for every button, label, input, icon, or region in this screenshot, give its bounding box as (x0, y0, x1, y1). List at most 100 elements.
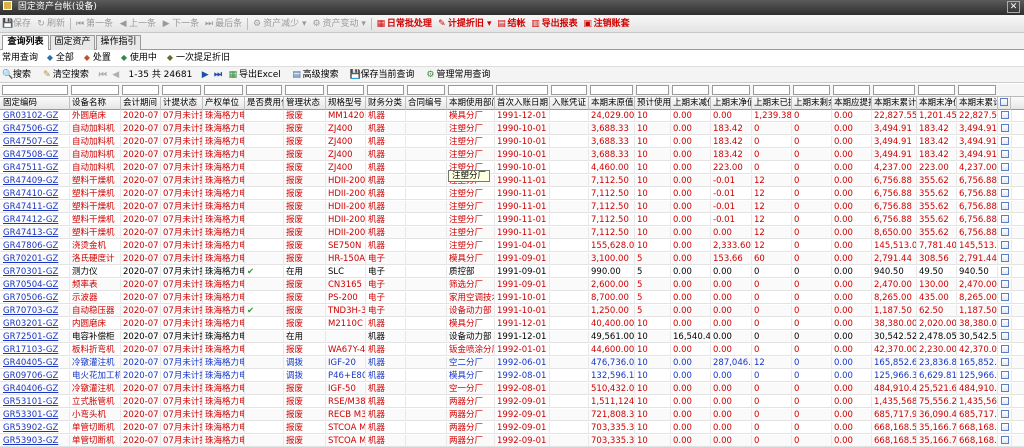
row-checkbox[interactable] (998, 279, 1012, 291)
table-row[interactable]: GR70201-GZ洛氏硬度计2020-0707月未计提珠海格力电 报废HR-15… (0, 253, 1024, 265)
filter-input[interactable] (122, 85, 159, 95)
row-checkbox[interactable] (998, 396, 1012, 408)
row-checkbox[interactable] (998, 422, 1012, 434)
quick-query-in-use[interactable]: ◆ 使用中 (119, 50, 157, 66)
column-header[interactable]: 预计使用年限 (635, 97, 671, 110)
row-checkbox[interactable] (998, 318, 1012, 330)
row-checkbox[interactable] (998, 240, 1012, 252)
asset-code-link[interactable]: GR03102-GZ (1, 110, 70, 122)
tab-query-list[interactable]: 查询列表 (2, 35, 49, 51)
table-row[interactable]: GR47409-GZ塑料干燥机2020-0707月未计提珠海格力电 报废HDII-… (0, 175, 1024, 187)
asset-code-link[interactable]: GR09706-GZ (1, 370, 70, 382)
table-row[interactable]: GR70301-GZ测力仪2020-0707月未计提珠海格力电✔ 在用SLC电子 质… (0, 266, 1024, 278)
column-header[interactable]: 设备名称 (70, 97, 121, 110)
depreciation-button[interactable]: ✎ 计提折旧 ▾ (435, 15, 495, 32)
quick-query-all[interactable]: ◆ 全部 (45, 50, 74, 66)
column-header[interactable]: 本期使用部门 (447, 97, 495, 110)
column-header[interactable]: 财务分类 (366, 97, 406, 110)
filter-input[interactable] (833, 85, 870, 95)
column-header[interactable]: 入账凭证 (550, 97, 589, 110)
asset-code-link[interactable]: GR47806-GZ (1, 240, 70, 252)
column-header[interactable]: 上期末减值 (671, 97, 711, 110)
column-header[interactable]: 上期末净值 (711, 97, 752, 110)
asset-code-link[interactable]: GR47508-GZ (1, 149, 70, 161)
advanced-search-button[interactable]: ▤ 高级搜索 (290, 67, 341, 83)
search-button[interactable]: 🔍搜索 (0, 67, 33, 83)
filter-input[interactable] (551, 85, 587, 95)
asset-code-link[interactable]: GR47413-GZ (1, 227, 70, 239)
filter-input[interactable] (636, 85, 669, 95)
filter-input[interactable] (367, 85, 404, 95)
asset-code-link[interactable]: GR47409-GZ (1, 175, 70, 187)
filter-input[interactable] (204, 85, 243, 95)
filter-input[interactable] (712, 85, 750, 95)
table-row[interactable]: GR03201-GZ内圆磨床2020-0707月未计提珠海格力电 报废M2110C… (0, 318, 1024, 330)
filter-input[interactable] (407, 85, 445, 95)
row-checkbox[interactable] (998, 123, 1012, 135)
table-row[interactable]: GR47506-GZ自动加料机2020-0707月未计提珠海格力电 报废ZJ400… (0, 123, 1024, 135)
column-header[interactable]: 本期应提折旧 (832, 97, 872, 110)
row-checkbox[interactable] (998, 370, 1012, 382)
table-row[interactable]: GR53301-GZ小弯头机2020-0707月未计提珠海格力电 报废RECB M… (0, 409, 1024, 421)
row-checkbox[interactable] (998, 357, 1012, 369)
asset-code-link[interactable]: GR53903-GZ (1, 435, 70, 447)
filter-input[interactable] (71, 85, 119, 95)
table-row[interactable]: GR47411-GZ塑料干燥机2020-0707月未计提珠海格力电 报废HDII-… (0, 201, 1024, 213)
row-checkbox[interactable] (998, 175, 1012, 187)
asset-code-link[interactable]: GR72501-GZ (1, 331, 70, 343)
row-checkbox[interactable] (998, 136, 1012, 148)
next-button[interactable]: ▶ 下一条 (159, 15, 202, 32)
row-checkbox[interactable] (998, 344, 1012, 356)
table-row[interactable]: GR47508-GZ自动加料机2020-0707月未计提珠海格力电 报废ZJ400… (0, 149, 1024, 161)
table-row[interactable]: GR53902-GZ单管切断机2020-0707月未计提珠海格力电 报废STCOA… (0, 422, 1024, 434)
filter-input[interactable] (285, 85, 324, 95)
asset-code-link[interactable]: GR03201-GZ (1, 318, 70, 330)
quick-query-fully-depreciated[interactable]: ◆ 一次提足折旧 (165, 50, 230, 66)
asset-code-link[interactable]: GR53902-GZ (1, 422, 70, 434)
asset-code-link[interactable]: GR53301-GZ (1, 409, 70, 421)
table-row[interactable]: GR53903-GZ单管切断机2020-0707月未计提珠海格力电 报废STCOA… (0, 435, 1024, 447)
first-page-icon[interactable]: ⏮ (98, 67, 108, 83)
filter-input[interactable] (918, 85, 955, 95)
row-checkbox[interactable] (998, 331, 1012, 343)
row-checkbox[interactable] (998, 188, 1012, 200)
select-all-checkbox[interactable] (998, 97, 1011, 110)
row-checkbox[interactable] (998, 162, 1012, 174)
asset-change-button[interactable]: ⚙ 资产变动 ▾ (309, 15, 368, 32)
close-account-button[interactable]: ▤ 结帐 (495, 15, 529, 32)
filter-input[interactable] (590, 85, 633, 95)
table-row[interactable]: GR70504-GZ频率表2020-0707月未计提珠海格力电 报废CN3165电… (0, 279, 1024, 291)
last-button[interactable]: ⏭ 最后条 (202, 15, 245, 32)
column-header[interactable]: 是否费用化 (245, 97, 284, 110)
prev-page-icon[interactable]: ◀ (111, 67, 121, 83)
row-checkbox[interactable] (998, 227, 1012, 239)
column-header[interactable]: 合同编号 (406, 97, 447, 110)
daily-batch-button[interactable]: ▦ 日常批处理 (374, 15, 435, 32)
filter-input[interactable] (873, 85, 915, 95)
filter-input[interactable] (162, 85, 201, 95)
asset-code-link[interactable]: GR70201-GZ (1, 253, 70, 265)
table-row[interactable]: GR53101-GZ立式胀管机2020-0707月未计提珠海格力电 报废RSE/M… (0, 396, 1024, 408)
table-row[interactable]: GR47413-GZ塑料干燥机2020-0707月未计提珠海格力电 报废HDII-… (0, 227, 1024, 239)
asset-code-link[interactable]: GR40406-GZ (1, 383, 70, 395)
asset-code-link[interactable]: GR70504-GZ (1, 279, 70, 291)
column-header[interactable]: 会计期间 (121, 97, 161, 110)
row-checkbox[interactable] (998, 383, 1012, 395)
next-page-icon[interactable]: ▶ (200, 67, 210, 83)
row-checkbox[interactable] (998, 110, 1012, 122)
column-header[interactable]: 本期末累计 (957, 97, 998, 110)
save-button[interactable]: 💾保存 (0, 15, 34, 32)
save-query-button[interactable]: 💾保存当前查询 (348, 67, 417, 83)
asset-code-link[interactable]: GR47410-GZ (1, 188, 70, 200)
table-row[interactable]: GR47806-GZ浇烫金机2020-0707月未计提珠海格力电 报废SE750N… (0, 240, 1024, 252)
tab-fixed-assets[interactable]: 固定资产 (50, 35, 95, 50)
row-checkbox[interactable] (998, 214, 1012, 226)
row-checkbox[interactable] (998, 409, 1012, 421)
row-checkbox[interactable] (998, 201, 1012, 213)
column-header[interactable]: 计提状态 (161, 97, 203, 110)
table-row[interactable]: GR09706-GZ电火花加工机2020-0707月未计提珠海格力电 调拨P46+… (0, 370, 1024, 382)
table-row[interactable]: GR47412-GZ塑料干燥机2020-0707月未计提珠海格力电 报废HDII-… (0, 214, 1024, 226)
tab-operation-guide[interactable]: 操作指引 (96, 35, 141, 50)
row-checkbox[interactable] (998, 292, 1012, 304)
refresh-button[interactable]: ↻ 刷新 (34, 15, 68, 32)
